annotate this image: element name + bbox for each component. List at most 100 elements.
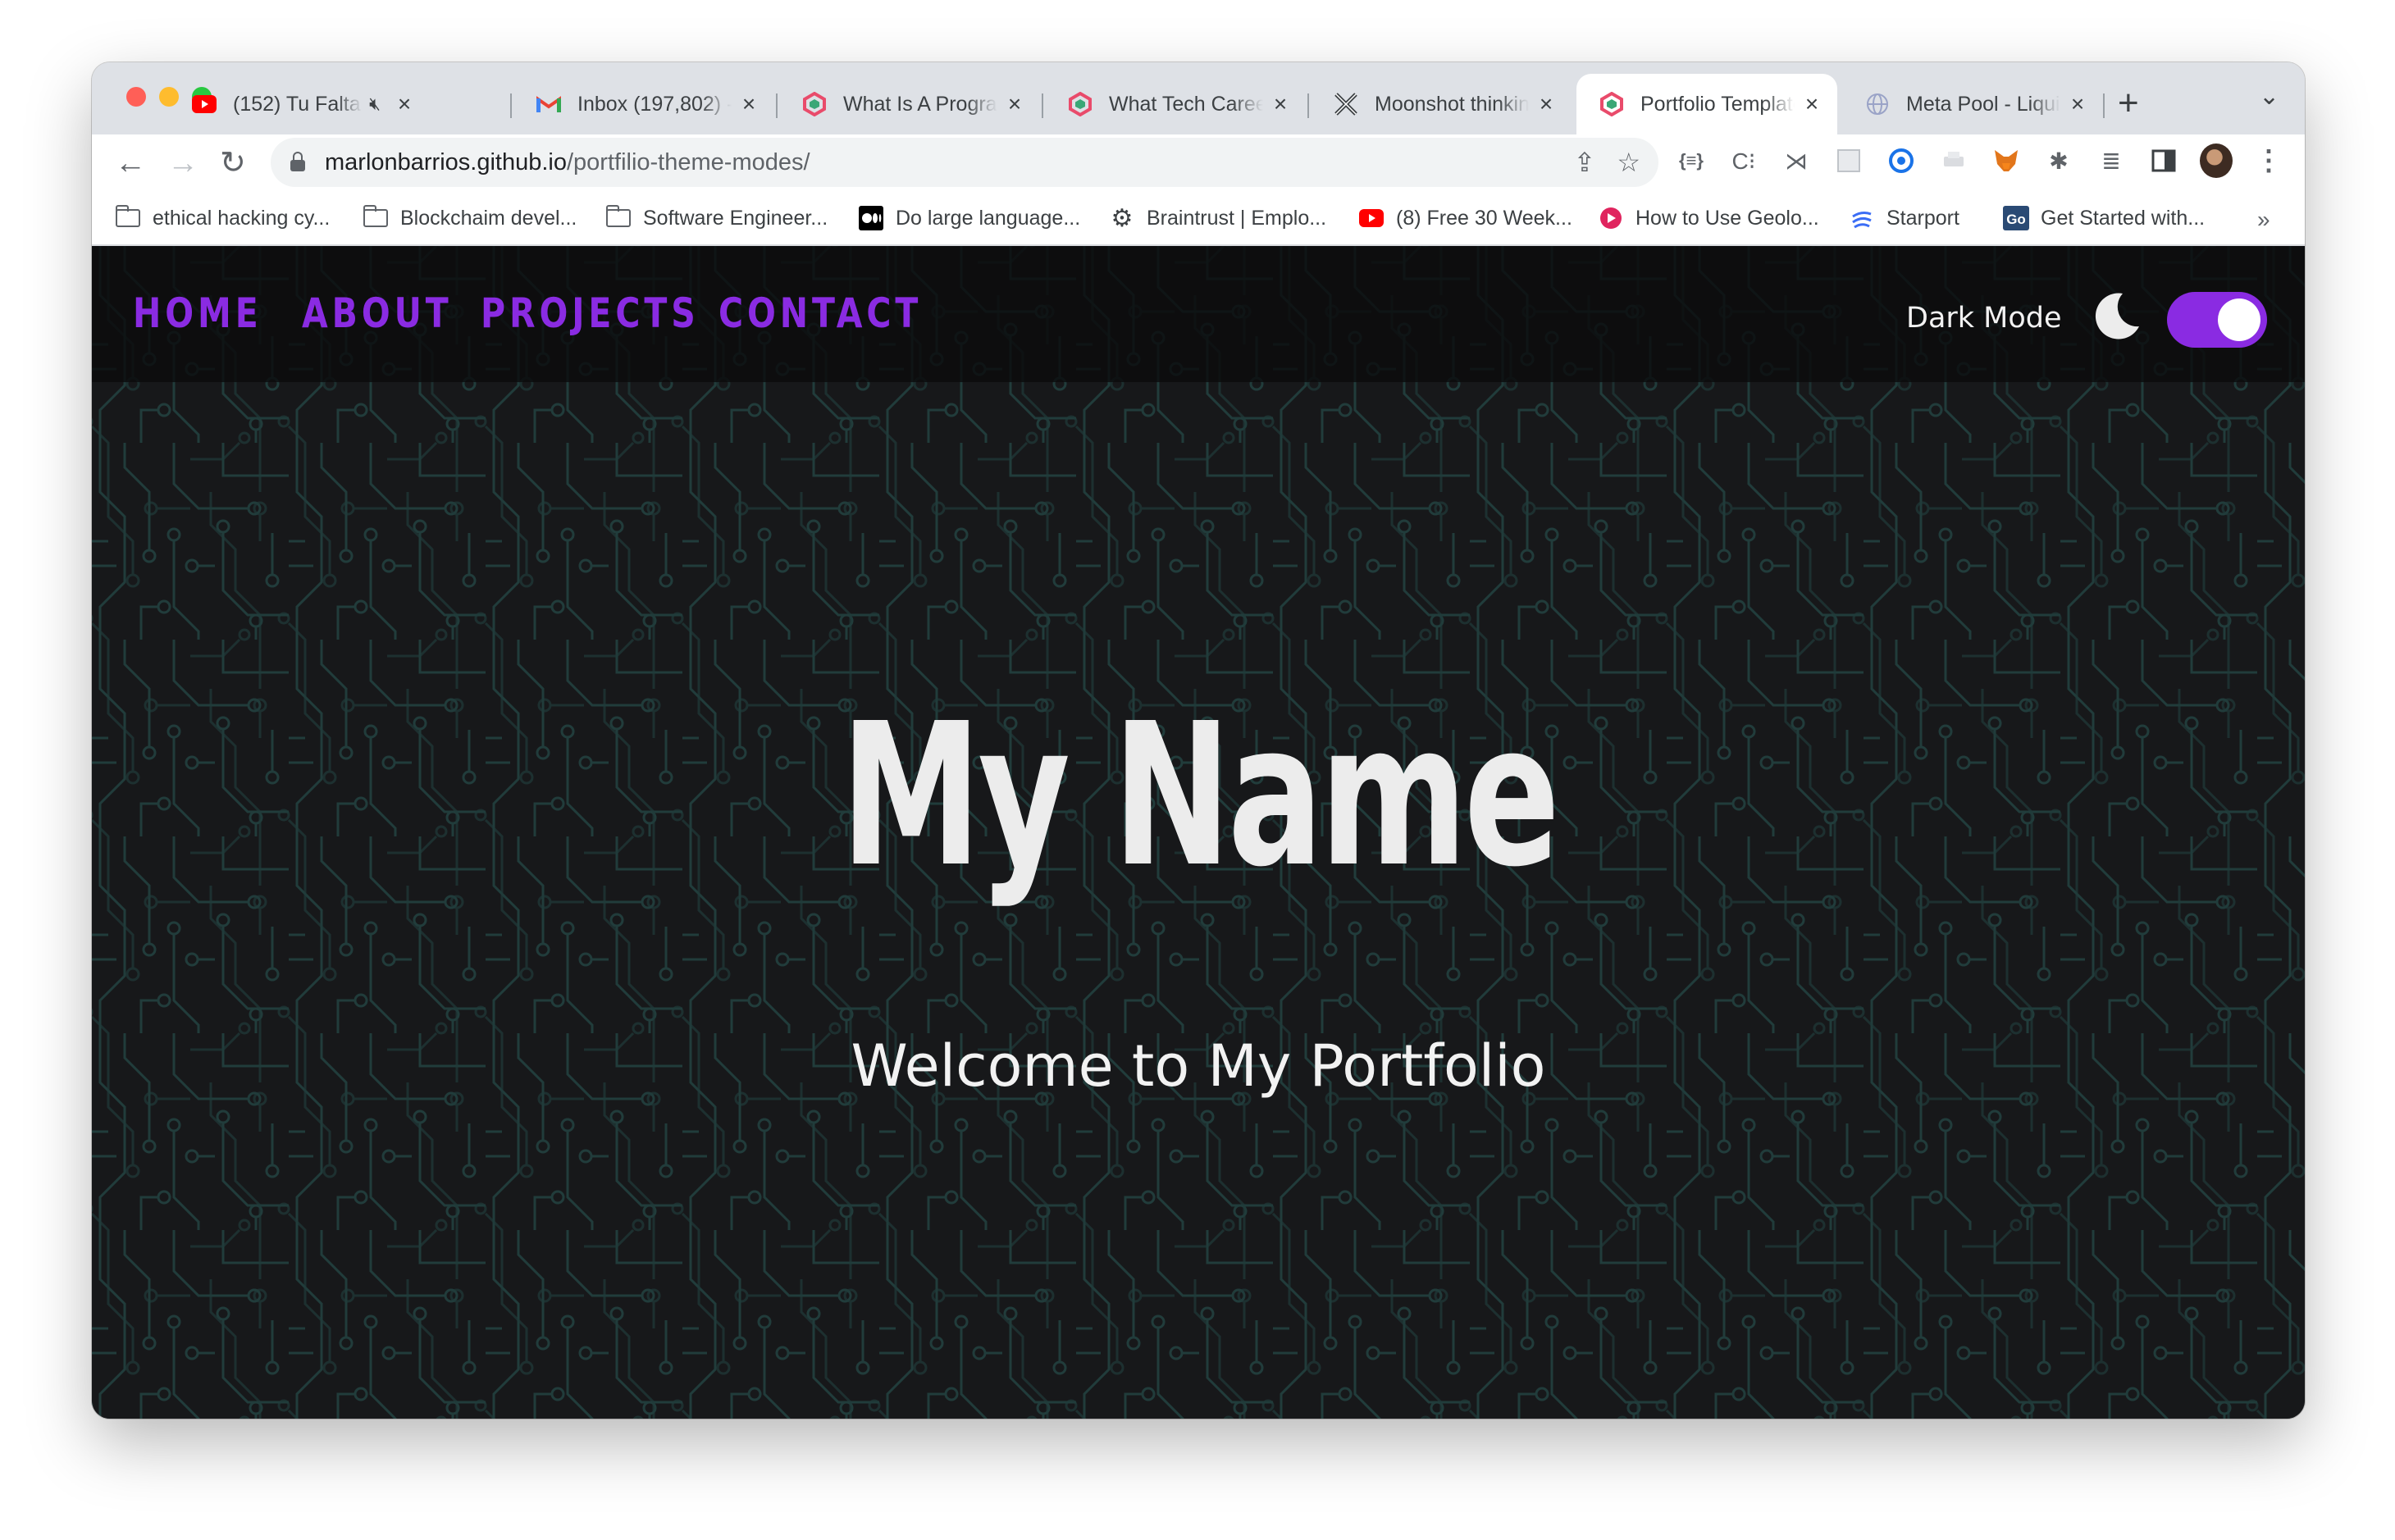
folder-icon bbox=[605, 205, 632, 231]
circle-extension-icon[interactable] bbox=[1885, 144, 1918, 177]
nav-link-projects[interactable]: PROJECTS bbox=[481, 289, 700, 338]
bookmarks-bar: ethical hacking cy... Blockchaim devel..… bbox=[92, 192, 2305, 246]
dark-mode-label: Dark Mode bbox=[1906, 302, 2062, 335]
speaker-muted-icon[interactable]: 🔇︎ bbox=[369, 93, 381, 115]
tab-what-tech-careers[interactable]: What Tech Careers × bbox=[1045, 74, 1306, 134]
bookmark-label: Starport bbox=[1886, 206, 1959, 230]
bookmark-label: Braintrust | Emplo... bbox=[1147, 206, 1327, 230]
close-tab-icon[interactable]: × bbox=[1004, 91, 1025, 117]
bookmark-item[interactable]: Go Get Started with... bbox=[2003, 202, 2205, 235]
tab-separator bbox=[510, 93, 512, 118]
url-path: /portfilio-theme-modes/ bbox=[566, 148, 810, 175]
site-navigation: HOME ABOUT PROJECTS CONTACT Dark Mode bbox=[92, 246, 2305, 382]
tab-title: What Tech Careers bbox=[1109, 92, 1263, 116]
bookmark-label: ethical hacking cy... bbox=[153, 206, 331, 230]
tab-title: (152) Tu Falta Total bbox=[233, 92, 363, 116]
gear-icon: ⚙ bbox=[1111, 204, 1134, 232]
hexagon-logo-icon bbox=[1068, 92, 1093, 116]
hero-subtitle: Welcome to My Portfolio bbox=[851, 1032, 1546, 1100]
tab-portfolio-template-active[interactable]: Portfolio Template × bbox=[1576, 74, 1837, 134]
tab-title: Inbox (197,802) - Gmail bbox=[577, 92, 732, 116]
nav-link-about[interactable]: ABOUT bbox=[302, 289, 453, 338]
tab-search-chevron-icon[interactable]: ⌄ bbox=[2259, 82, 2279, 111]
printer-extension-icon[interactable] bbox=[1937, 144, 1970, 177]
kebab-menu-icon[interactable]: ⋮ bbox=[2252, 144, 2285, 177]
hexagon-logo-icon bbox=[1599, 92, 1624, 116]
bookmark-item[interactable]: ⚙ Braintrust | Emplo... bbox=[1109, 202, 1327, 235]
close-tab-icon[interactable]: × bbox=[738, 91, 760, 117]
tab-title: Meta Pool - Liquid bbox=[1906, 92, 2060, 116]
close-tab-icon[interactable]: × bbox=[1535, 91, 1557, 117]
tab-title: Portfolio Template bbox=[1640, 92, 1795, 116]
bookmark-label: Software Engineer... bbox=[643, 206, 828, 230]
hero-title-text: My Name bbox=[840, 681, 1560, 910]
folder-icon bbox=[363, 205, 389, 231]
close-window-button[interactable] bbox=[126, 87, 146, 107]
bookmark-item[interactable]: Blockchaim devel... bbox=[363, 202, 577, 235]
bookmark-item[interactable]: How to Use Geolo... bbox=[1598, 202, 1819, 235]
medium-icon bbox=[858, 205, 884, 231]
vscode-extension-icon[interactable]: ⋊ bbox=[1780, 144, 1813, 177]
bookmark-item[interactable]: Starport bbox=[1849, 202, 1959, 235]
bookmark-item[interactable]: ethical hacking cy... bbox=[115, 202, 330, 235]
nav-link-home[interactable]: HOME bbox=[133, 289, 262, 338]
bookmark-label: How to Use Geolo... bbox=[1635, 206, 1819, 230]
address-bar[interactable]: marlonbarrios.github.io/portfilio-theme-… bbox=[271, 138, 1658, 187]
bookmark-item[interactable]: Software Engineer... bbox=[605, 202, 828, 235]
json-viewer-extension-icon[interactable]: {≡} bbox=[1675, 144, 1708, 177]
dark-mode-toggle[interactable] bbox=[2167, 292, 2267, 348]
tab-what-is-a-programmer[interactable]: What Is A Programmer × bbox=[779, 74, 1040, 134]
bookmark-item[interactable]: Do large language... bbox=[858, 202, 1080, 235]
tab-youtube[interactable]: (152) Tu Falta Total 🔇︎ × bbox=[169, 74, 430, 134]
metamask-fox-icon[interactable] bbox=[1990, 144, 2023, 177]
media-playlist-icon[interactable]: ≣ bbox=[2095, 144, 2128, 177]
code-extension-icon[interactable]: C⁝ bbox=[1727, 144, 1760, 177]
bookmark-label: Get Started with... bbox=[2041, 206, 2206, 230]
share-icon[interactable]: ⇪ bbox=[1574, 147, 1596, 178]
bookmark-label: (8) Free 30 Week... bbox=[1396, 206, 1572, 230]
nav-link-contact[interactable]: CONTACT bbox=[718, 289, 922, 338]
hexagon-logo-icon bbox=[802, 92, 827, 116]
profile-avatar[interactable] bbox=[2200, 144, 2233, 178]
gmail-icon bbox=[536, 92, 561, 116]
lock-icon bbox=[290, 152, 305, 171]
url-host: marlonbarrios.github.io bbox=[325, 148, 567, 175]
close-tab-icon[interactable]: × bbox=[394, 91, 415, 117]
bookmark-star-icon[interactable]: ☆ bbox=[1617, 147, 1640, 178]
forward-arrow-icon[interactable]: → bbox=[167, 143, 198, 184]
starport-icon bbox=[1849, 205, 1875, 231]
close-tab-icon[interactable]: × bbox=[1801, 91, 1822, 117]
youtube-icon bbox=[192, 92, 217, 116]
puzzle-extensions-icon[interactable]: ✱ bbox=[2042, 144, 2075, 177]
tab-title: Moonshot thinking bbox=[1375, 92, 1529, 116]
tab-separator bbox=[776, 93, 778, 118]
moon-icon bbox=[2095, 293, 2139, 339]
bookmarks-overflow-button[interactable]: » bbox=[2257, 207, 2270, 233]
toggle-knob bbox=[2218, 298, 2260, 341]
tab-meta-pool[interactable]: Meta Pool - Liquid × bbox=[1842, 74, 2103, 134]
close-tab-icon[interactable]: × bbox=[1270, 91, 1291, 117]
folder-icon bbox=[115, 205, 141, 231]
bookmark-item[interactable]: (8) Free 30 Week... bbox=[1358, 202, 1572, 235]
x-logo-icon bbox=[1334, 92, 1358, 116]
grid-extension-icon[interactable] bbox=[1832, 144, 1865, 177]
tab-moonshot-thinking[interactable]: Moonshot thinking × bbox=[1311, 74, 1572, 134]
side-panel-icon[interactable] bbox=[2147, 144, 2180, 177]
tab-separator bbox=[2103, 93, 2105, 118]
back-arrow-icon[interactable]: ← bbox=[115, 143, 146, 184]
new-tab-button[interactable]: + bbox=[2118, 79, 2139, 128]
hero-title: My Name bbox=[92, 681, 2305, 910]
tab-separator bbox=[1042, 93, 1043, 118]
svg-text:Go: Go bbox=[2006, 212, 2026, 227]
bookmark-label: Blockchaim devel... bbox=[400, 206, 577, 230]
reload-icon[interactable]: ↻ bbox=[220, 143, 246, 184]
globe-icon bbox=[1865, 92, 1890, 116]
tab-separator bbox=[1307, 93, 1309, 118]
avatar bbox=[2200, 144, 2233, 178]
close-tab-icon[interactable]: × bbox=[2067, 91, 2088, 117]
bookmark-label: Do large language... bbox=[896, 206, 1081, 230]
tab-gmail[interactable]: Inbox (197,802) - Gmail × bbox=[513, 74, 774, 134]
browser-toolbar: ← → ↻ marlonbarrios.github.io/portfilio-… bbox=[92, 134, 2305, 192]
url-text[interactable]: marlonbarrios.github.io/portfilio-theme-… bbox=[325, 149, 1553, 176]
portfolio-page: HOME ABOUT PROJECTS CONTACT Dark Mode My… bbox=[92, 246, 2305, 1419]
